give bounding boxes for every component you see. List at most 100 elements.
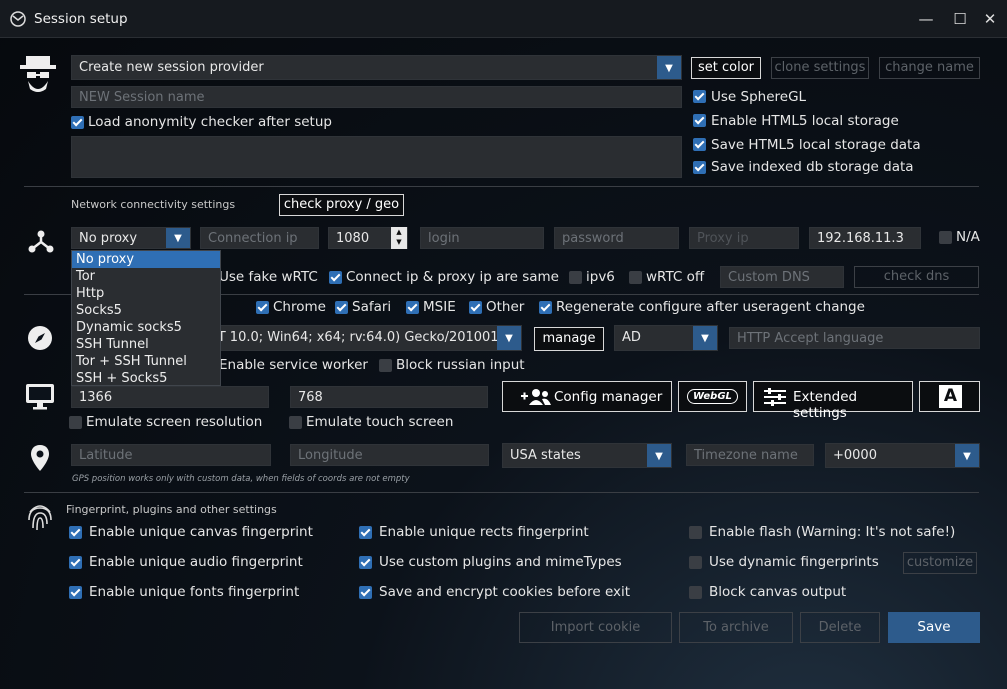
save-html5-checkbox[interactable] bbox=[693, 138, 706, 151]
emulate-res-checkbox[interactable] bbox=[69, 416, 82, 429]
proxy-ip-input[interactable]: Proxy ip bbox=[689, 227, 799, 249]
block-canvas-checkbox[interactable] bbox=[689, 586, 702, 599]
app-logo-icon bbox=[10, 11, 26, 27]
canvas-fp-checkbox[interactable] bbox=[69, 526, 82, 539]
extended-settings-label: Extended settings bbox=[793, 389, 858, 421]
save-indexed-checkbox[interactable] bbox=[693, 161, 706, 174]
change-name-button[interactable]: change name bbox=[879, 57, 980, 79]
connect-same-checkbox[interactable] bbox=[329, 271, 342, 284]
ipv6-checkbox[interactable] bbox=[569, 271, 582, 284]
separator bbox=[24, 186, 979, 187]
delete-button[interactable]: Delete bbox=[800, 612, 880, 643]
custom-dns-input[interactable]: Custom DNS bbox=[720, 266, 844, 288]
chrome-label: Chrome bbox=[273, 299, 326, 315]
dropdown-option[interactable]: Http bbox=[72, 285, 220, 302]
font-button[interactable]: A bbox=[919, 381, 980, 412]
screen-width-input[interactable]: 1366 bbox=[71, 386, 269, 408]
tz-offset-select[interactable]: +0000 ▼ bbox=[825, 443, 980, 468]
audio-fp-checkbox[interactable] bbox=[69, 556, 82, 569]
login-input[interactable]: login bbox=[420, 227, 544, 249]
dropdown-option[interactable]: No proxy bbox=[72, 251, 220, 268]
webgl-button[interactable]: WebGL bbox=[678, 381, 747, 412]
proxy-type-select[interactable]: No proxy ▼ bbox=[71, 227, 191, 249]
sliders-icon bbox=[763, 388, 787, 406]
provider-select[interactable]: Create new session provider ▼ bbox=[71, 55, 682, 80]
regen-checkbox[interactable] bbox=[539, 301, 552, 314]
dropdown-option[interactable]: SSH + Socks5 bbox=[72, 370, 220, 387]
extended-settings-button[interactable]: Extended settings bbox=[753, 381, 913, 421]
wrtc-off-label: wRTC off bbox=[646, 269, 705, 285]
notes-textarea[interactable] bbox=[71, 136, 682, 178]
config-manager-button[interactable]: Config manager bbox=[502, 381, 672, 412]
block-russian-checkbox[interactable] bbox=[379, 359, 392, 372]
msie-checkbox[interactable] bbox=[406, 301, 419, 314]
port-stepper[interactable]: ▲ ▼ bbox=[391, 227, 407, 249]
provider-value: Create new session provider bbox=[79, 60, 264, 75]
maximize-button[interactable]: ☐ bbox=[945, 4, 975, 34]
save-indexed-label: Save indexed db storage data bbox=[711, 159, 914, 175]
block-canvas-label: Block canvas output bbox=[709, 584, 847, 600]
close-button[interactable]: ✕ bbox=[975, 4, 1005, 34]
useragent-select[interactable]: NT 10.0; Win64; x64; rv:64.0) Gecko/2010… bbox=[200, 325, 522, 351]
emulate-touch-checkbox[interactable] bbox=[289, 416, 302, 429]
load-checker-checkbox[interactable] bbox=[71, 116, 84, 129]
chrome-checkbox[interactable] bbox=[256, 301, 269, 314]
plugins-label: Use custom plugins and mimeTypes bbox=[379, 554, 622, 570]
to-archive-button[interactable]: To archive bbox=[679, 612, 793, 643]
lang-value: AD bbox=[622, 330, 641, 345]
cookies-label: Save and encrypt cookies before exit bbox=[379, 584, 631, 600]
flash-checkbox[interactable] bbox=[689, 526, 702, 539]
use-spheregl-checkbox[interactable] bbox=[693, 90, 706, 103]
set-color-button[interactable]: set color bbox=[691, 57, 761, 79]
lang-select[interactable]: AD ▼ bbox=[614, 325, 718, 351]
monitor-icon bbox=[25, 383, 55, 411]
check-dns-button[interactable]: check dns bbox=[854, 266, 979, 288]
customize-button[interactable]: customize bbox=[903, 552, 977, 574]
proxy-type-value: No proxy bbox=[79, 231, 138, 246]
na-checkbox[interactable] bbox=[939, 231, 952, 244]
enable-html5-checkbox[interactable] bbox=[693, 114, 706, 127]
minimize-button[interactable]: — bbox=[911, 4, 941, 34]
letter-a-icon: A bbox=[939, 385, 962, 408]
dropdown-option[interactable]: Socks5 bbox=[72, 302, 220, 319]
ipv6-label: ipv6 bbox=[586, 269, 615, 285]
connection-ip-input[interactable]: Connection ip bbox=[200, 227, 319, 249]
accept-language-input[interactable]: HTTP Accept language bbox=[729, 327, 980, 349]
dynamic-fp-label: Use dynamic fingerprints bbox=[709, 554, 879, 570]
save-button[interactable]: Save bbox=[888, 612, 980, 643]
timezone-input[interactable]: Timezone name bbox=[686, 444, 814, 466]
load-checker-label: Load anonymity checker after setup bbox=[88, 114, 332, 130]
latitude-input[interactable]: Latitude bbox=[71, 444, 271, 466]
wrtc-off-checkbox[interactable] bbox=[629, 271, 642, 284]
chevron-down-icon: ▼ bbox=[955, 444, 979, 467]
plugins-checkbox[interactable] bbox=[359, 556, 372, 569]
save-html5-label: Save HTML5 local storage data bbox=[711, 137, 921, 153]
chevron-down-icon: ▼ bbox=[166, 228, 190, 248]
other-checkbox[interactable] bbox=[469, 301, 482, 314]
dropdown-option[interactable]: Tor bbox=[72, 268, 220, 285]
dropdown-option[interactable]: Dynamic socks5 bbox=[72, 319, 220, 336]
na-label: N/A bbox=[956, 229, 980, 245]
manage-button[interactable]: manage bbox=[534, 327, 604, 351]
password-input[interactable]: password bbox=[554, 227, 679, 249]
msie-label: MSIE bbox=[423, 299, 456, 315]
session-name-input[interactable]: NEW Session name bbox=[71, 86, 682, 108]
rects-fp-checkbox[interactable] bbox=[359, 526, 372, 539]
screen-height-input[interactable]: 768 bbox=[290, 386, 488, 408]
safari-checkbox[interactable] bbox=[335, 301, 348, 314]
fonts-fp-checkbox[interactable] bbox=[69, 586, 82, 599]
region-value: USA states bbox=[510, 448, 581, 463]
flash-label: Enable flash (Warning: It's not safe!) bbox=[709, 524, 956, 540]
dropdown-option[interactable]: Tor + SSH Tunnel bbox=[72, 353, 220, 370]
fonts-fp-label: Enable unique fonts fingerprint bbox=[89, 584, 300, 600]
dropdown-option[interactable]: SSH Tunnel bbox=[72, 336, 220, 353]
region-select[interactable]: USA states ▼ bbox=[502, 443, 672, 468]
fake-wrtc-label: Use fake wRTC bbox=[219, 269, 318, 285]
import-cookie-button[interactable]: Import cookie bbox=[519, 612, 672, 643]
longitude-input[interactable]: Longitude bbox=[290, 444, 489, 466]
cookies-checkbox[interactable] bbox=[359, 586, 372, 599]
clone-settings-button[interactable]: clone settings bbox=[771, 57, 869, 79]
check-proxy-button[interactable]: check proxy / geo bbox=[279, 194, 404, 216]
canvas-fp-label: Enable unique canvas fingerprint bbox=[89, 524, 313, 540]
dynamic-fp-checkbox[interactable] bbox=[689, 556, 702, 569]
